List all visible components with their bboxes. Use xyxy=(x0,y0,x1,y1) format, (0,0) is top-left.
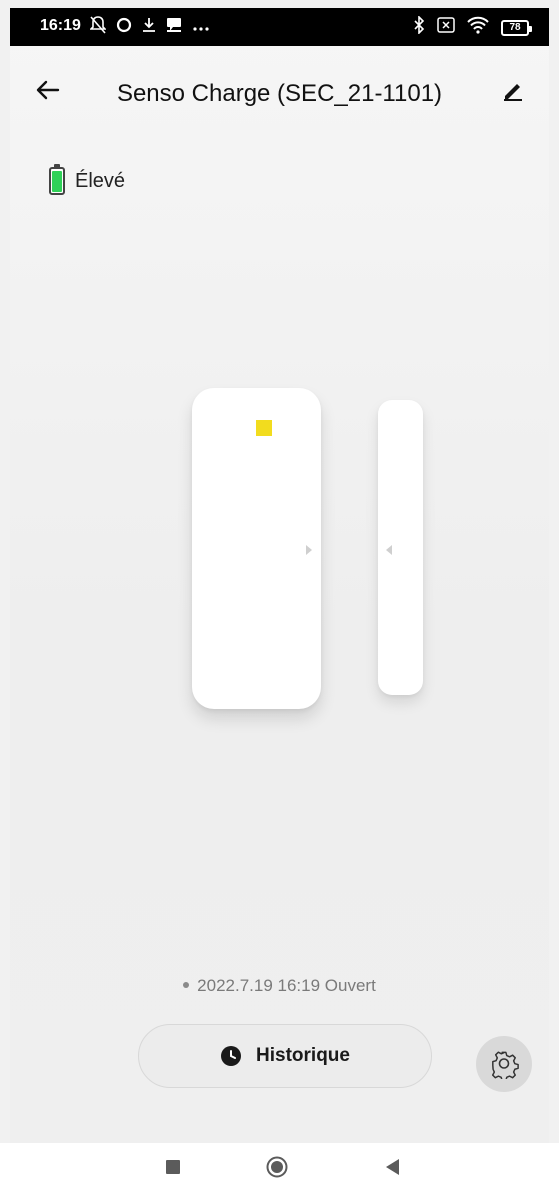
sim-x-icon xyxy=(437,17,455,38)
battery-level-indicator: Élevé xyxy=(49,164,126,195)
wifi-icon xyxy=(467,16,489,39)
history-label: Historique xyxy=(256,1045,350,1066)
sensor-magnet xyxy=(378,400,423,695)
last-event-text: 2022.7.19 16:19 Ouvert xyxy=(197,976,376,995)
status-time: 16:19 xyxy=(40,17,81,34)
status-right-icons: 78 xyxy=(413,15,532,39)
sensor-body xyxy=(192,388,321,709)
status-left-icons xyxy=(89,16,210,40)
more-icon xyxy=(192,18,210,38)
battery-level-icon xyxy=(49,164,65,195)
app-header: Senso Charge (SEC_21-1101) xyxy=(10,46,549,136)
edit-button[interactable] xyxy=(499,76,527,104)
bell-off-icon xyxy=(89,16,107,40)
circle-icon xyxy=(116,17,132,39)
chat-icon xyxy=(166,17,182,39)
clock-icon xyxy=(221,1046,242,1066)
system-nav-bar xyxy=(0,1143,559,1186)
system-back-button[interactable] xyxy=(386,1159,399,1175)
alignment-arrow-right-icon xyxy=(306,545,312,555)
download-icon xyxy=(142,17,156,39)
event-dot-icon xyxy=(183,982,190,989)
recent-apps-button[interactable] xyxy=(166,1160,180,1174)
battery-icon: 78 xyxy=(501,19,532,36)
sensor-led-indicator xyxy=(256,420,272,436)
status-bar: 16:19 78 xyxy=(10,8,549,46)
gear-icon xyxy=(491,1051,519,1079)
last-event: 2022.7.19 16:19 Ouvert xyxy=(10,976,549,996)
alignment-arrow-left-icon xyxy=(386,545,392,555)
pencil-icon xyxy=(504,84,522,101)
battery-percent: 78 xyxy=(509,22,521,33)
home-button[interactable] xyxy=(266,1156,288,1178)
bluetooth-icon xyxy=(413,15,425,39)
history-button[interactable]: Historique xyxy=(138,1024,432,1088)
battery-level-label: Élevé xyxy=(75,169,126,192)
settings-button[interactable] xyxy=(476,1036,532,1092)
app-screen: 16:19 78 Senso Charge (SEC_21-1101) Élev… xyxy=(10,8,549,1143)
page-title: Senso Charge (SEC_21-1101) xyxy=(116,80,443,107)
